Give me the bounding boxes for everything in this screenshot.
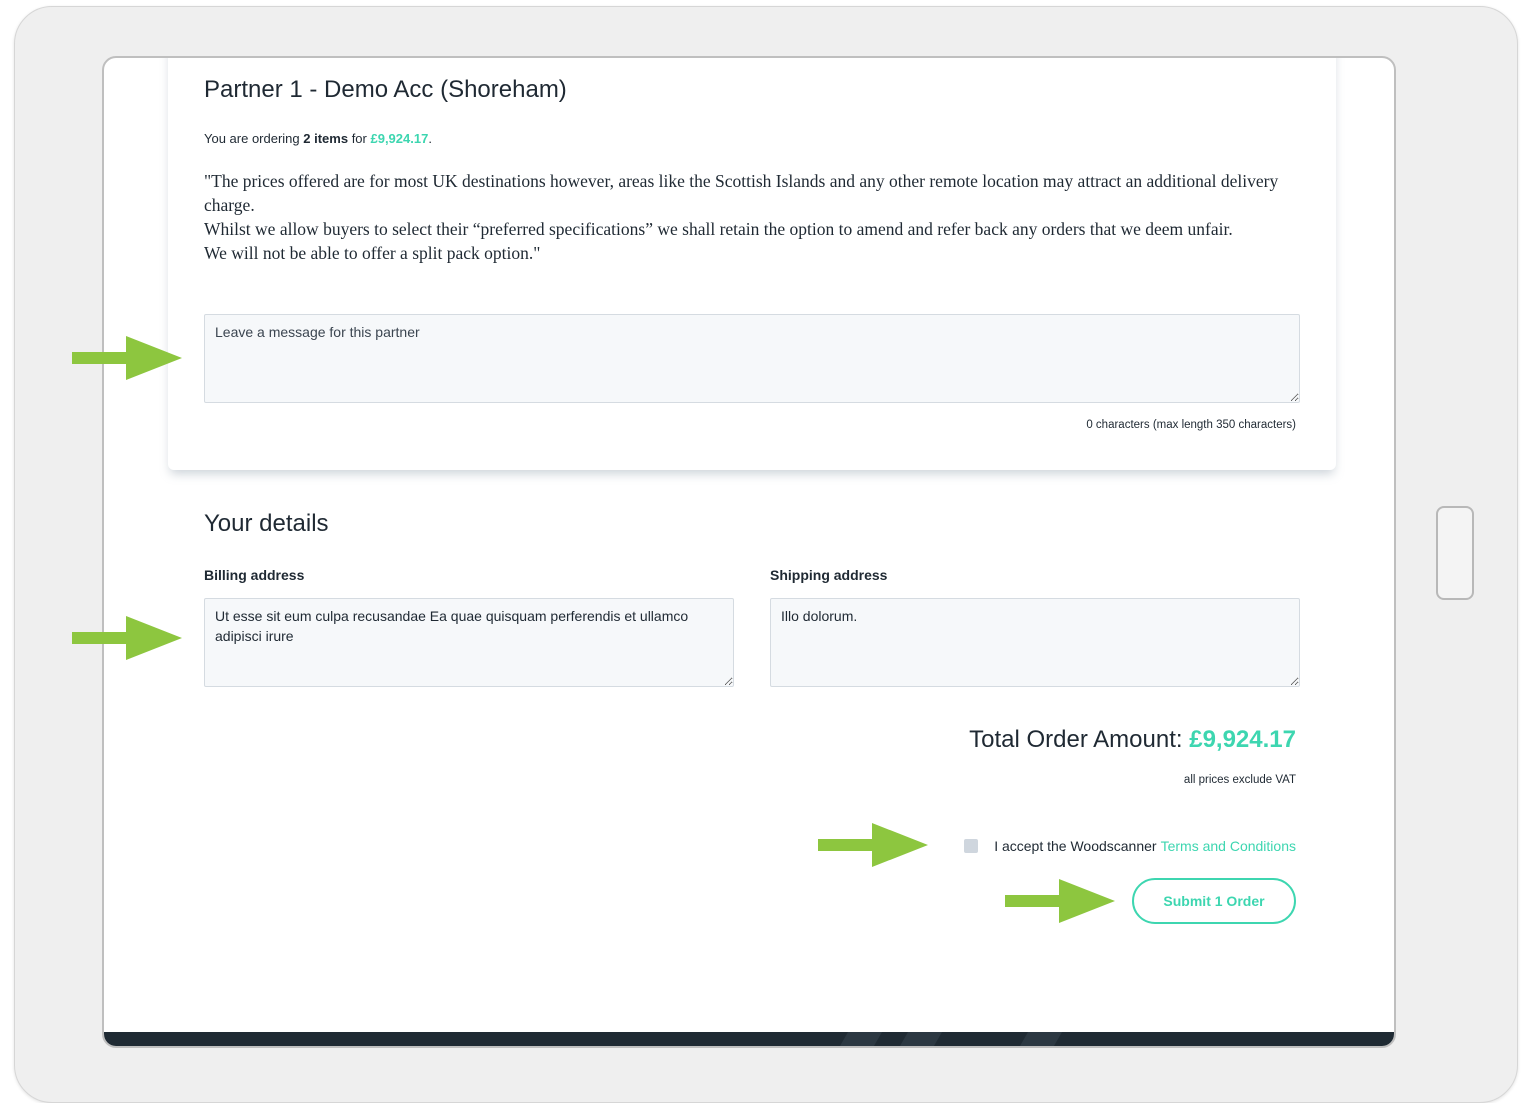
ordering-summary: You are ordering 2 items for £9,924.17. xyxy=(204,131,432,146)
footer-stripe xyxy=(1019,1032,1063,1046)
home-button[interactable] xyxy=(1436,506,1474,600)
notice-line: We will not be able to offer a split pac… xyxy=(204,243,541,263)
total-order-amount: Total Order Amount: £9,924.17 xyxy=(969,726,1296,754)
footer-stripe xyxy=(899,1032,943,1046)
footer-stripe xyxy=(839,1032,883,1046)
terms-checkbox[interactable] xyxy=(964,839,979,853)
billing-address-input[interactable]: Ut esse sit eum culpa recusandae Ea quae… xyxy=(204,598,734,687)
ordering-amount: £9,924.17 xyxy=(370,131,429,146)
character-count: 0 characters (max length 350 characters) xyxy=(1086,419,1296,431)
items-count: 2 items xyxy=(303,131,349,146)
terms-link[interactable]: Terms and Conditions xyxy=(1161,838,1296,854)
arrow-right-icon xyxy=(72,336,182,380)
vat-note: all prices exclude VAT xyxy=(1183,774,1296,786)
total-value: £9,924.17 xyxy=(1189,726,1296,753)
ordering-period: . xyxy=(428,131,432,146)
ordering-for: for xyxy=(348,131,371,146)
your-details-title: Your details xyxy=(204,510,329,537)
partner-message-input[interactable] xyxy=(204,314,1300,403)
shipping-address-label: Shipping address xyxy=(770,567,888,583)
arrow-right-icon xyxy=(818,823,928,867)
footer-bar xyxy=(104,1032,1394,1046)
ordering-prefix: You are ordering xyxy=(204,131,304,146)
notice-line: "The prices offered are for most UK dest… xyxy=(204,171,1279,215)
arrow-right-icon xyxy=(1005,879,1115,923)
partner-notice: "The prices offered are for most UK dest… xyxy=(204,169,1284,265)
billing-address-label: Billing address xyxy=(204,567,305,583)
arrow-right-icon xyxy=(72,616,182,660)
total-label: Total Order Amount: xyxy=(969,726,1190,753)
terms-row: I accept the Woodscanner Terms and Condi… xyxy=(964,838,1296,854)
notice-line: Whilst we allow buyers to select their “… xyxy=(204,219,1233,239)
screen: Partner 1 - Demo Acc (Shoreham) You are … xyxy=(102,56,1396,1048)
terms-label: I accept the Woodscanner xyxy=(994,838,1157,854)
shipping-address-input[interactable]: Illo dolorum. xyxy=(770,598,1300,687)
submit-order-button[interactable]: Submit 1 Order xyxy=(1132,878,1296,924)
partner-title: Partner 1 - Demo Acc (Shoreham) xyxy=(204,76,567,103)
